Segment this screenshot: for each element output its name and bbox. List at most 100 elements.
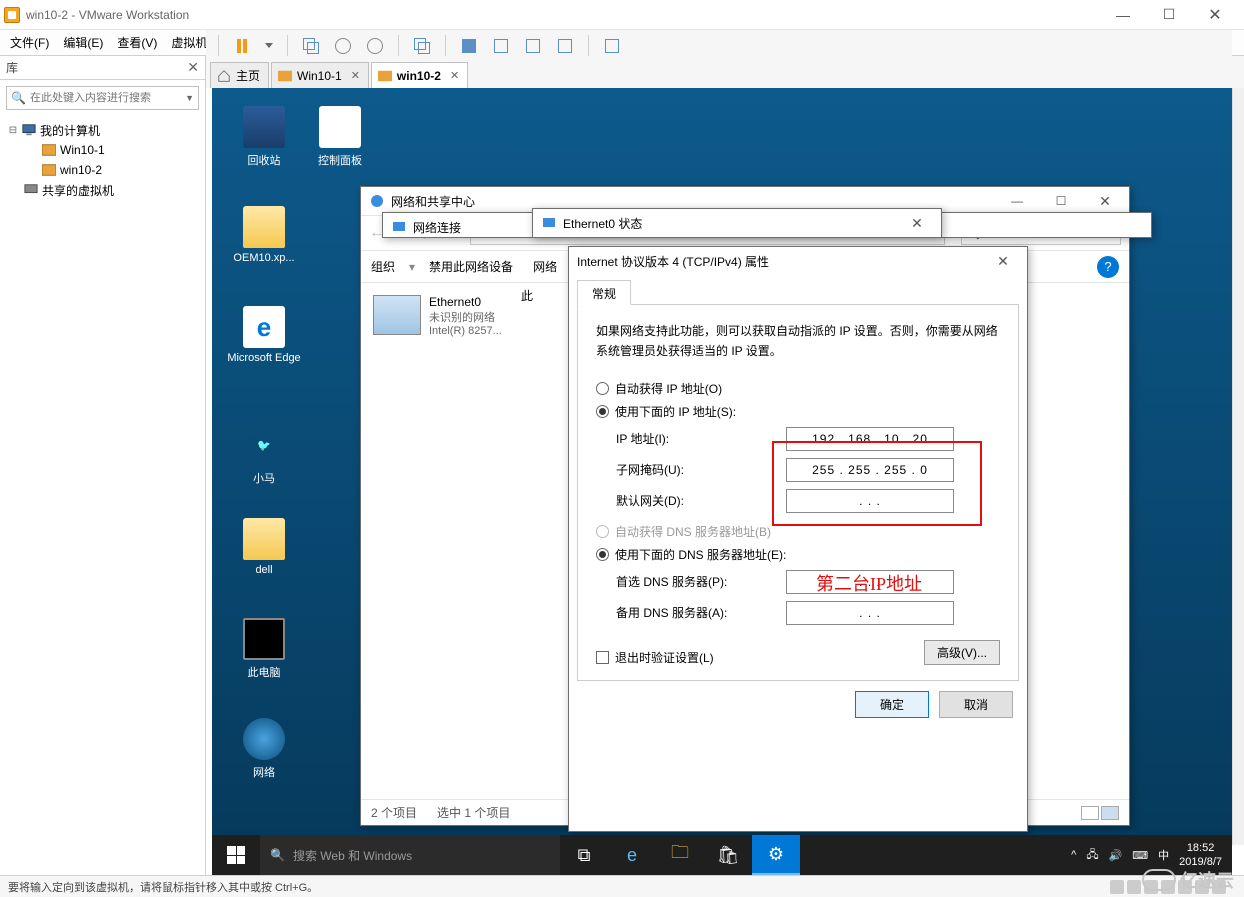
view-mode4-icon[interactable]	[556, 37, 574, 55]
tray-lang-icon[interactable]: 中	[1158, 847, 1169, 863]
desktop-this-pc[interactable]: 此电脑	[226, 618, 302, 680]
tab-general[interactable]: 常规	[577, 280, 631, 305]
tree-vm-win10-2[interactable]: win10-2	[8, 160, 197, 180]
window-ethernet0-status[interactable]: Ethernet0 状态 ✕	[532, 208, 942, 238]
nsc-min[interactable]: —	[995, 187, 1039, 215]
checkbox-icon	[596, 651, 609, 664]
desktop-control-panel[interactable]: ⚙控制面板	[302, 106, 378, 168]
radio-manual-ip[interactable]: 使用下面的 IP 地址(S):	[596, 403, 1000, 420]
tree-vm-win10-1[interactable]: Win10-1	[8, 140, 197, 160]
minimize-button[interactable]: —	[1100, 0, 1146, 30]
label-mask: 子网掩码(U):	[616, 461, 786, 478]
view-thumb-icon[interactable]	[1101, 806, 1119, 820]
system-tray[interactable]: ^ 🖧 🔊 ⌨ 中 18:52 2019/8/7	[1061, 841, 1232, 870]
radio-icon	[596, 548, 609, 561]
tab-home[interactable]: 主页	[210, 62, 269, 88]
tray-network-icon[interactable]: 🖧	[1086, 846, 1098, 865]
window-ipv4-properties[interactable]: Internet 协议版本 4 (TCP/IPv4) 属性 ✕ 常规 如果网络支…	[568, 246, 1028, 832]
status-selected: 选中 1 个项目	[437, 804, 510, 821]
tab-win10-2[interactable]: win10-2✕	[371, 62, 468, 88]
menu-edit[interactable]: 编辑(E)	[63, 34, 103, 51]
vmware-title: win10-2 - VMware Workstation	[26, 8, 189, 22]
radio-auto-dns: 自动获得 DNS 服务器地址(B)	[596, 523, 1000, 540]
fit-guest-icon[interactable]	[413, 37, 431, 55]
input-gateway[interactable]: . . .	[786, 489, 954, 513]
input-subnet-mask[interactable]: 255 . 255 . 255 . 0	[786, 458, 954, 482]
desktop-xiaoma[interactable]: 🐦小马	[226, 424, 302, 486]
taskbar-search[interactable]: 🔍搜索 Web 和 Windows	[260, 835, 560, 875]
settings-icon[interactable]	[366, 37, 384, 55]
label-dns1: 首选 DNS 服务器(P):	[616, 573, 786, 590]
maximize-button[interactable]: ☐	[1146, 0, 1192, 30]
radio-icon	[596, 405, 609, 418]
library-pane: 库 ✕ 🔍 ▼ ⊟我的计算机 Win10-1 win10-2 共享的虚拟机	[0, 56, 206, 875]
label-ip: IP 地址(I):	[616, 430, 786, 447]
guest-scrollbar[interactable]	[1232, 88, 1244, 845]
desktop-edge[interactable]: eMicrosoft Edge	[226, 306, 302, 364]
unity-icon[interactable]	[603, 37, 621, 55]
ipv4-close[interactable]: ✕	[981, 247, 1025, 275]
taskbar-explorer-icon[interactable]: 🗀	[656, 835, 704, 875]
close-button[interactable]: ✕	[1192, 0, 1238, 30]
cmd-organize[interactable]: 组织	[371, 258, 395, 275]
nc-icon	[391, 219, 407, 235]
win10-desktop[interactable]: 回收站 ⚙控制面板 OEM10.xp... eMicrosoft Edge 🐦小…	[212, 88, 1232, 845]
desktop-network[interactable]: 网络	[226, 718, 302, 780]
radio-auto-ip[interactable]: 自动获得 IP 地址(O)	[596, 380, 1000, 397]
menu-view[interactable]: 查看(V)	[117, 34, 157, 51]
nsc-label-net: 网络	[533, 258, 557, 275]
task-view-icon[interactable]: ⧉	[560, 835, 608, 875]
nsc-max[interactable]: ☐	[1039, 187, 1083, 215]
taskbar-clock[interactable]: 18:52 2019/8/7	[1179, 841, 1222, 870]
start-button[interactable]	[212, 835, 260, 875]
menu-file[interactable]: 文件(F)	[10, 34, 49, 51]
tab-win10-1[interactable]: Win10-1✕	[271, 62, 369, 88]
taskbar-control-panel-icon[interactable]: ⚙	[752, 835, 800, 875]
tray-up-icon[interactable]: ^	[1071, 849, 1076, 861]
snapshot-mgr-icon[interactable]	[334, 37, 352, 55]
input-ip-address[interactable]: 192 . 168 . 10 . 20	[786, 427, 954, 451]
adapter-icon	[373, 295, 421, 335]
library-search-input[interactable]	[30, 92, 181, 104]
tray-ime-icon[interactable]: ⌨	[1132, 849, 1148, 862]
desktop-oem-folder[interactable]: OEM10.xp...	[226, 206, 302, 264]
view-mode3-icon[interactable]	[524, 37, 542, 55]
checkbox-validate[interactable]: 退出时验证设置(L)	[596, 649, 714, 666]
taskbar-store-icon[interactable]: 🛍	[704, 835, 752, 875]
desktop-dell[interactable]: dell	[226, 518, 302, 576]
view-list-icon[interactable]	[1081, 806, 1099, 820]
tree-shared-vms[interactable]: 共享的虚拟机	[8, 180, 197, 200]
pause-icon[interactable]	[233, 37, 251, 55]
tray-volume-icon[interactable]: 🔊	[1109, 849, 1123, 862]
ipv4-description: 如果网络支持此功能，则可以获取自动指派的 IP 设置。否则，你需要从网络系统管理…	[596, 321, 1000, 362]
library-close-icon[interactable]: ✕	[187, 59, 199, 76]
annotation-text: 第二台IP地址	[816, 570, 922, 596]
tab-close-icon[interactable]: ✕	[351, 69, 360, 82]
guest-area: 主页 Win10-1✕ win10-2✕ 回收站 ⚙控制面板 OEM10.xp.…	[206, 56, 1244, 875]
eth-close[interactable]: ✕	[895, 209, 939, 237]
snapshot-icon[interactable]	[302, 37, 320, 55]
ok-button[interactable]: 确定	[855, 691, 929, 718]
view-mode1-icon[interactable]	[460, 37, 478, 55]
input-dns2[interactable]: . . .	[786, 601, 954, 625]
cmd-disable[interactable]: 禁用此网络设备	[429, 258, 513, 275]
tree-my-computer[interactable]: ⊟我的计算机	[8, 120, 197, 140]
view-mode2-icon[interactable]	[492, 37, 510, 55]
radio-manual-dns[interactable]: 使用下面的 DNS 服务器地址(E):	[596, 546, 1000, 563]
win10-taskbar: 🔍搜索 Web 和 Windows ⧉ e 🗀 🛍 ⚙ ^ 🖧 🔊 ⌨ 中 18…	[212, 835, 1232, 875]
help-icon[interactable]: ?	[1097, 256, 1119, 278]
advanced-button[interactable]: 高级(V)...	[924, 640, 1000, 665]
radio-icon	[596, 525, 609, 538]
tab-close-icon[interactable]: ✕	[450, 69, 459, 82]
power-dropdown-icon[interactable]	[265, 43, 273, 48]
search-icon: 🔍	[11, 91, 26, 105]
label-dns2: 备用 DNS 服务器(A):	[616, 604, 786, 621]
desktop-recycle-bin[interactable]: 回收站	[226, 106, 302, 168]
eth-icon	[541, 215, 557, 231]
nsc-close[interactable]: ✕	[1083, 187, 1127, 215]
cancel-button[interactable]: 取消	[939, 691, 1013, 718]
search-dropdown-icon[interactable]: ▼	[185, 93, 194, 103]
library-search[interactable]: 🔍 ▼	[6, 86, 199, 110]
taskbar-edge-icon[interactable]: e	[608, 835, 656, 875]
status-item-count: 2 个项目	[371, 804, 417, 821]
